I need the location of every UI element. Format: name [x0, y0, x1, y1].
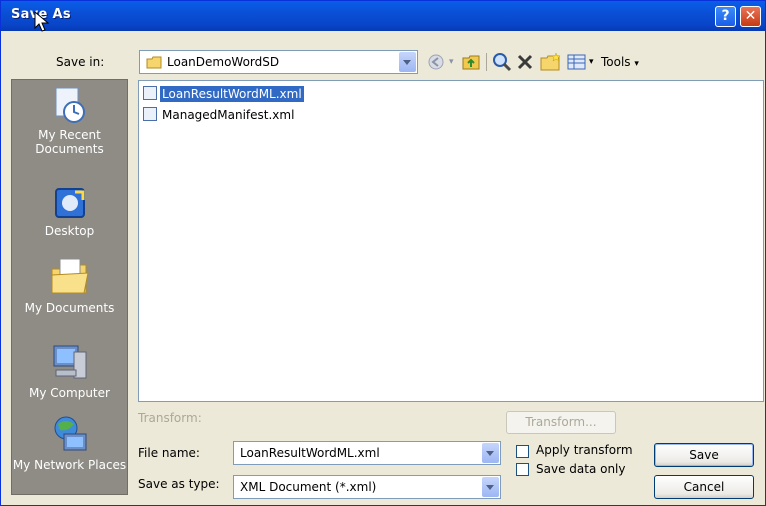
- delete-icon[interactable]: [516, 53, 534, 71]
- save-in-dropdown[interactable]: LoanDemoWordSD: [139, 50, 418, 74]
- folder-icon: [146, 56, 162, 69]
- mouse-cursor-icon: [34, 11, 50, 32]
- file-item-loanresultwordml[interactable]: LoanResultWordML.xml: [143, 86, 304, 103]
- transform-button[interactable]: Transform...: [506, 411, 616, 434]
- place-my-documents[interactable]: My Documents: [12, 255, 127, 315]
- place-my-computer[interactable]: My Computer: [12, 342, 127, 400]
- place-label: My Computer: [29, 386, 110, 400]
- up-one-level-icon[interactable]: [461, 52, 481, 72]
- chevron-down-icon[interactable]: [482, 477, 499, 497]
- place-label: Desktop: [44, 224, 95, 238]
- file-name: LoanResultWordML.xml: [160, 86, 304, 102]
- recent-documents-icon: [55, 87, 85, 123]
- tools-label: Tools: [601, 55, 631, 69]
- network-places-icon: [54, 416, 86, 451]
- xml-file-icon: [143, 107, 157, 121]
- file-name: ManagedManifest.xml: [162, 108, 295, 122]
- place-label: My Recent Documents: [35, 128, 104, 156]
- save-as-dialog: Save As ? ✕ Save in: LoanDemoWordSD ▾ ▾ …: [0, 0, 766, 506]
- views-dropdown-icon[interactable]: ▾: [589, 57, 594, 67]
- back-dropdown-icon[interactable]: ▾: [449, 57, 454, 67]
- new-folder-icon[interactable]: [540, 52, 562, 72]
- place-my-recent-documents[interactable]: My Recent Documents: [12, 86, 127, 156]
- place-label: My Documents: [24, 301, 115, 315]
- my-computer-icon: [53, 345, 86, 379]
- apply-transform-label: Apply transform: [536, 443, 633, 457]
- cancel-button[interactable]: Cancel: [654, 475, 754, 499]
- chevron-down-icon[interactable]: [399, 52, 416, 72]
- save-in-value: LoanDemoWordSD: [167, 55, 280, 69]
- back-icon[interactable]: [427, 53, 445, 71]
- file-name-input[interactable]: LoanResultWordML.xml: [233, 441, 501, 465]
- save-data-only-label: Save data only: [536, 462, 626, 476]
- save-button[interactable]: Save: [654, 443, 754, 467]
- place-my-network-places[interactable]: My Network Places: [12, 414, 127, 472]
- save-as-type-value: XML Document (*.xml): [240, 480, 377, 494]
- tools-dropdown-icon: ▾: [634, 59, 639, 69]
- search-web-icon[interactable]: [492, 52, 512, 72]
- close-button[interactable]: ✕: [740, 6, 761, 27]
- toolbar-separator: [486, 53, 487, 71]
- help-button[interactable]: ?: [715, 6, 736, 27]
- transform-label: Transform:: [138, 411, 202, 425]
- views-icon[interactable]: [567, 53, 587, 71]
- save-in-label: Save in:: [56, 55, 105, 69]
- save-as-type-label: Save as type:: [138, 477, 220, 491]
- save-as-type-dropdown[interactable]: XML Document (*.xml): [233, 475, 501, 499]
- my-documents-icon: [51, 258, 89, 294]
- file-list[interactable]: LoanResultWordML.xml ManagedManifest.xml: [138, 80, 764, 402]
- places-bar: My Recent Documents Desktop My Documents: [11, 79, 128, 495]
- chevron-down-icon[interactable]: [482, 443, 499, 463]
- desktop-icon: [54, 188, 85, 218]
- tools-menu[interactable]: Tools ▾: [601, 55, 639, 69]
- title-bar[interactable]: Save As ? ✕: [1, 1, 765, 31]
- file-name-value: LoanResultWordML.xml: [240, 446, 380, 460]
- file-name-label: File name:: [138, 446, 200, 460]
- file-item-managedmanifest[interactable]: ManagedManifest.xml: [143, 107, 296, 124]
- apply-transform-checkbox[interactable]: [516, 445, 529, 458]
- place-label: My Network Places: [12, 458, 127, 472]
- xml-file-icon: [143, 86, 157, 100]
- place-desktop[interactable]: Desktop: [12, 186, 127, 238]
- save-data-only-checkbox[interactable]: [516, 463, 529, 476]
